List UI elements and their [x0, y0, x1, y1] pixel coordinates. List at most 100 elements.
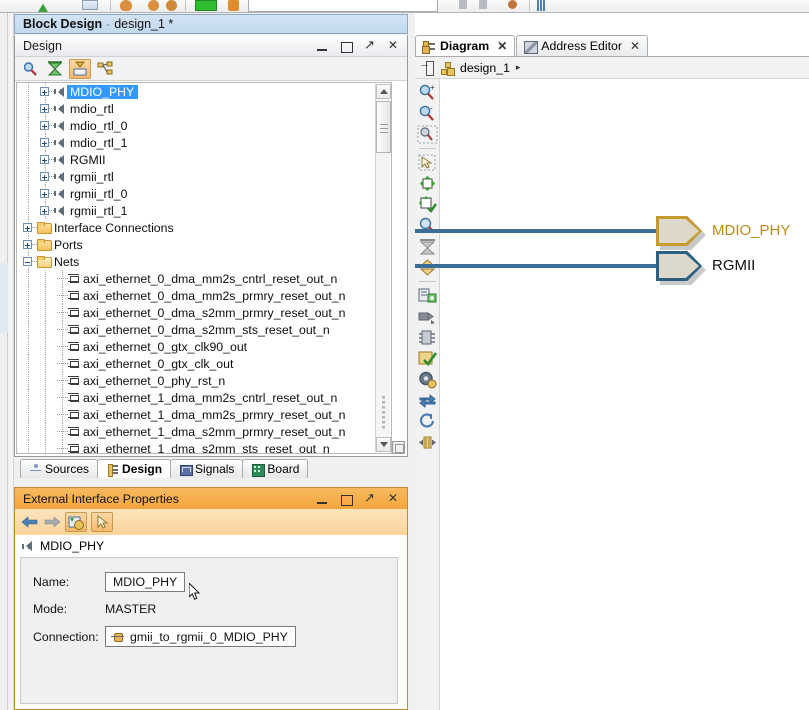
tree-item[interactable]: axi_ethernet_0_dma_mm2s_prmry_reset_out_… — [17, 287, 391, 304]
collapse-all-icon[interactable] — [44, 59, 66, 79]
tree-item[interactable]: axi_ethernet_0_phy_rst_n — [17, 372, 391, 389]
back-arrow-icon[interactable] — [21, 513, 39, 531]
forward-arrow-icon[interactable] — [43, 513, 61, 531]
design-tree[interactable]: MDIO_PHYmdio_rtlmdio_rtl_0mdio_rtl_1RGMI… — [16, 82, 392, 454]
float-icon[interactable] — [364, 40, 377, 53]
fit-selection-icon[interactable] — [417, 174, 438, 193]
diagram-canvas[interactable]: MDIO_PHY RGMII — [440, 79, 809, 710]
auto-layout-icon[interactable] — [417, 195, 438, 214]
validate-design-icon[interactable] — [417, 349, 438, 368]
wire-mdio-phy[interactable] — [415, 229, 660, 233]
zoom-out-icon[interactable]: - — [417, 104, 438, 123]
tree-item[interactable]: mdio_rtl — [17, 100, 391, 117]
minimize-icon[interactable] — [316, 40, 329, 53]
expand-icon[interactable] — [40, 121, 49, 130]
tree-item[interactable]: rgmii_rtl — [17, 168, 391, 185]
add-ip-icon[interactable] — [417, 286, 438, 305]
maximize-icon[interactable] — [340, 493, 353, 506]
tree-item[interactable]: Nets — [17, 253, 391, 270]
expand-icon[interactable] — [40, 206, 49, 215]
expand-icon[interactable] — [23, 240, 32, 249]
tree-item[interactable]: rgmii_rtl_1 — [17, 202, 391, 219]
redo-icon[interactable] — [479, 0, 487, 9]
collapse-icon[interactable] — [23, 257, 32, 266]
tree-item[interactable]: MDIO_PHY — [17, 83, 391, 100]
search-icon[interactable] — [19, 59, 41, 79]
more-tools-icon[interactable] — [540, 0, 542, 11]
tree-item[interactable]: Interface Connections — [17, 219, 391, 236]
name-field[interactable]: MDIO_PHY — [105, 572, 185, 592]
tab-diagram-close-icon[interactable]: ✕ — [497, 39, 507, 53]
port-label-rgmii[interactable]: RGMII — [712, 257, 755, 274]
expand-icon[interactable] — [40, 138, 49, 147]
select-pointer-icon[interactable] — [91, 512, 113, 532]
pin-icon[interactable] — [417, 307, 438, 326]
collapse-all-icon[interactable] — [417, 237, 438, 256]
tab-sources[interactable]: Sources — [20, 459, 98, 478]
minimize-icon[interactable] — [316, 493, 329, 506]
settings-icon[interactable] — [417, 370, 438, 389]
ip-integrator-icon[interactable] — [148, 0, 159, 11]
close-icon[interactable] — [388, 493, 401, 506]
scrollbar-thumb[interactable] — [376, 101, 391, 153]
tree-item[interactable]: axi_ethernet_0_gtx_clk_out — [17, 355, 391, 372]
optimize-routing-icon[interactable] — [417, 433, 438, 452]
undo-icon[interactable] — [459, 0, 467, 9]
port-label-mdio-phy[interactable]: MDIO_PHY — [712, 222, 790, 239]
hierarchy-icon[interactable] — [94, 59, 116, 79]
expand-icon[interactable] — [40, 104, 49, 113]
panel-resize-grip[interactable] — [392, 441, 405, 454]
implementation-icon[interactable] — [228, 0, 239, 11]
ip-catalog-icon[interactable] — [120, 0, 132, 11]
port-rgmii[interactable] — [656, 251, 702, 281]
tree-item[interactable]: RGMII — [17, 151, 391, 168]
expand-icon[interactable] — [23, 223, 32, 232]
tree-item[interactable]: axi_ethernet_1_dma_s2mm_sts_reset_out_n — [17, 440, 391, 454]
regenerate-layout-icon[interactable] — [417, 412, 438, 431]
port-mdio-phy[interactable] — [656, 216, 702, 246]
float-icon[interactable] — [364, 493, 377, 506]
chevron-right-icon[interactable]: ▸ — [516, 62, 521, 73]
tree-item[interactable]: mdio_rtl_1 — [17, 134, 391, 151]
breadcrumb-label[interactable]: design_1 — [460, 61, 510, 75]
tab-board[interactable]: Board — [242, 459, 308, 478]
tab-address-editor[interactable]: Address Editor ✕ — [516, 35, 648, 56]
tree-item[interactable]: axi_ethernet_0_dma_mm2s_cntrl_reset_out_… — [17, 270, 391, 287]
ip-settings-icon[interactable] — [166, 0, 177, 11]
expand-icon[interactable] — [40, 155, 49, 164]
window-layout-icon[interactable] — [82, 0, 98, 10]
tree-item[interactable]: axi_ethernet_1_dma_mm2s_prmry_reset_out_… — [17, 406, 391, 423]
tree-item[interactable]: axi_ethernet_1_dma_mm2s_cntrl_reset_out_… — [17, 389, 391, 406]
run-connection-automation-icon[interactable] — [417, 328, 438, 347]
tab-diagram[interactable]: Diagram ✕ — [415, 35, 515, 56]
refresh-icon[interactable] — [417, 391, 438, 410]
tree-item[interactable]: rgmii_rtl_0 — [17, 185, 391, 202]
close-icon[interactable] — [388, 40, 401, 53]
scroll-down-button[interactable] — [376, 437, 391, 452]
tree-item[interactable]: axi_ethernet_0_dma_s2mm_sts_reset_out_n — [17, 321, 391, 338]
help-icon[interactable] — [508, 0, 517, 9]
properties-icon[interactable] — [65, 512, 87, 532]
tab-address-editor-close-icon[interactable]: ✕ — [630, 39, 640, 53]
expand-all-icon[interactable] — [69, 59, 91, 79]
tree-item[interactable]: axi_ethernet_0_gtx_clk90_out — [17, 338, 391, 355]
expand-icon[interactable] — [40, 87, 49, 96]
connection-field[interactable]: gmii_to_rgmii_0_MDIO_PHY — [105, 626, 296, 647]
scroll-up-button[interactable] — [376, 84, 391, 99]
tab-signals[interactable]: Signals — [170, 459, 243, 478]
tree-item[interactable]: axi_ethernet_1_dma_s2mm_prmry_reset_out_… — [17, 423, 391, 440]
search-field[interactable] — [248, 0, 438, 12]
tab-design[interactable]: Design — [97, 459, 171, 478]
wire-rgmii[interactable] — [415, 264, 660, 268]
select-area-icon[interactable] — [417, 153, 438, 172]
tree-item[interactable]: Ports — [17, 236, 391, 253]
expand-icon[interactable] — [40, 189, 49, 198]
maximize-icon[interactable] — [340, 40, 353, 53]
synthesis-icon[interactable] — [195, 0, 217, 11]
tree-item[interactable]: mdio_rtl_0 — [17, 117, 391, 134]
zoom-fit-icon[interactable] — [417, 125, 438, 144]
zoom-in-icon[interactable]: + — [417, 83, 438, 102]
design-tree-scrollbar[interactable] — [375, 84, 390, 452]
collapse-panel-icon[interactable] — [420, 61, 434, 74]
expand-icon[interactable] — [40, 172, 49, 181]
